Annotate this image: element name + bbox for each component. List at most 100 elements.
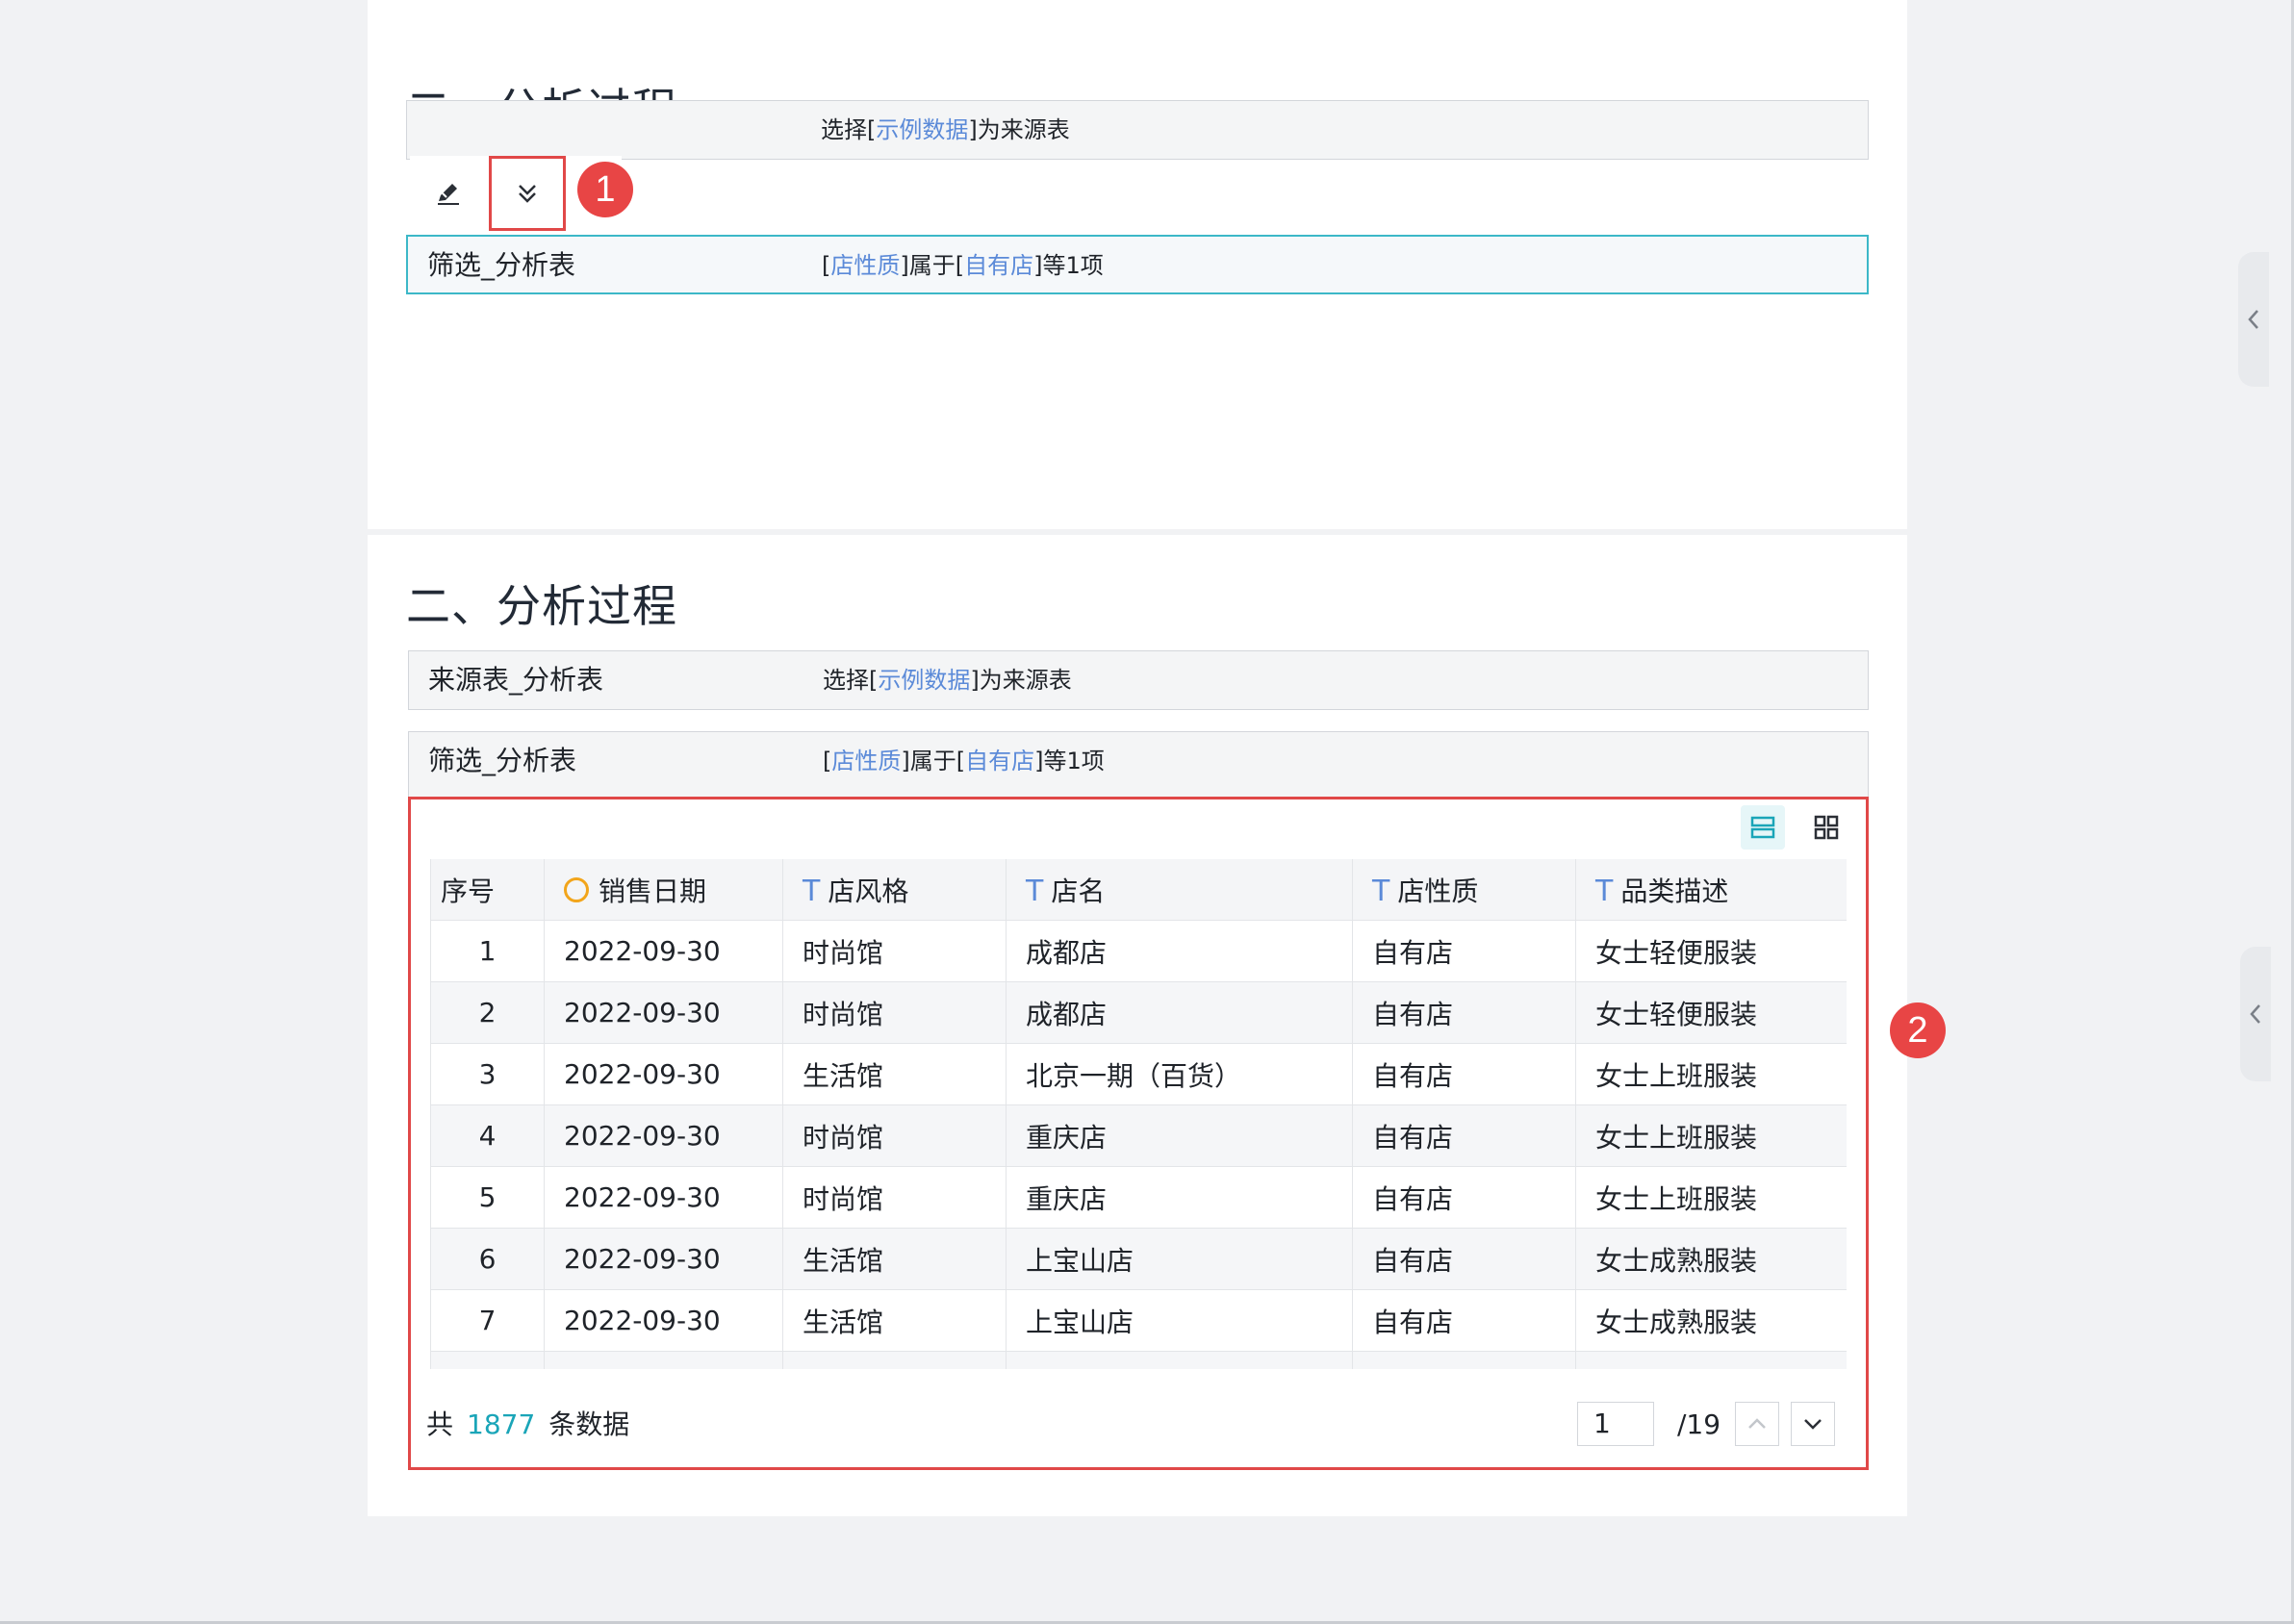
table-cell: 7 [430,1289,545,1352]
filter-step[interactable]: 筛选_分析表 [店性质]属于[自有店]等1项 [406,235,1869,294]
table-cell: 2022-09-30 [544,981,783,1044]
next-page-button[interactable] [1791,1402,1835,1446]
chevron-down-icon [1804,1419,1822,1430]
table-cell: 2022-09-30 [544,1104,783,1167]
total-count: 共 1877 条数据 [426,1408,630,1440]
table-row[interactable]: 2 2022-09-30 时尚馆 成都店 自有店 女士轻便服装 [430,981,1847,1044]
table-cell: 女士成熟服装 [1575,1228,1847,1290]
table-cell: 8 [430,1351,545,1369]
table-cell: 2022-09-30 [544,1289,783,1352]
sample-data-link[interactable]: 示例数据 [876,116,968,143]
analysis-panel-before: 二、分析过程 选择[示例数据]为来源表 1 筛选_分析表 [店性质]属于[自有店… [368,0,1907,529]
table-cell: 生活馆 [782,1351,1007,1369]
filter-step-name: 筛选_分析表 [428,745,577,776]
chevron-left-icon [2248,310,2258,329]
table-cell: 自有店 [1352,1289,1576,1352]
table-cell: 上宝山店 [1006,1289,1353,1352]
page-total: /19 [1677,1408,1721,1440]
table-cell: 女士内衣 [1575,1351,1847,1369]
table-row[interactable]: 1 2022-09-30 时尚馆 成都店 自有店 女士轻便服装 [430,920,1847,982]
table-cell: 成都店 [1006,981,1353,1044]
table-cell: 女士上班服装 [1575,1166,1847,1229]
chevron-left-icon [2250,1004,2260,1024]
right-panel-toggle[interactable] [2238,252,2269,387]
table-cell: 生活馆 [782,1228,1007,1290]
filter-step-description: [店性质]属于[自有店]等1项 [822,252,1104,279]
expand-step-button[interactable] [489,156,566,231]
text-field-icon: T [1595,874,1614,908]
table-view-button[interactable] [1741,805,1785,850]
table-cell: 女士上班服装 [1575,1104,1847,1167]
table-cell: 自有店 [1352,1104,1576,1167]
source-step-description: 选择[示例数据]为来源表 [823,667,1072,694]
field-link[interactable]: 店性质 [831,748,901,774]
table-cell: 时尚馆 [782,981,1007,1044]
table-cell: 女士上班服装 [1575,1043,1847,1105]
source-step-name: 来源表_分析表 [428,664,604,696]
chevron-up-icon [1748,1418,1766,1429]
source-table-step[interactable]: 来源表_分析表 选择[示例数据]为来源表 [408,650,1869,710]
table-cell: 重庆店 [1006,1166,1353,1229]
table-row[interactable]: 7 2022-09-30 生活馆 上宝山店 自有店 女士成熟服装 [430,1289,1847,1352]
result-preview: 序号 销售日期 T 店风格 T 店名 T 店性质 T 品类描述 1 2022-09-30 时… [408,797,1869,1470]
column-header-store-name[interactable]: T 店名 [1006,859,1353,921]
right-panel-toggle[interactable] [2240,947,2271,1081]
edit-button[interactable] [410,156,487,231]
column-header-store-style[interactable]: T 店风格 [782,859,1007,921]
table-cell: 上宝山店 [1006,1228,1353,1290]
field-link[interactable]: 店性质 [830,252,900,279]
table-row[interactable]: 82022-09-30生活馆五新百店自有店女士内衣 [430,1351,1847,1369]
table-cell: 重庆店 [1006,1104,1353,1167]
table-cell: 生活馆 [782,1289,1007,1352]
table-cell: 五新百店 [1006,1351,1353,1369]
edit-icon [438,184,459,205]
source-step-description: 选择[示例数据]为来源表 [821,116,1070,143]
table-cell: 自有店 [1352,1166,1576,1229]
table-row[interactable]: 5 2022-09-30 时尚馆 重庆店 自有店 女士上班服装 [430,1166,1847,1229]
table-row[interactable]: 4 2022-09-30 时尚馆 重庆店 自有店 女士上班服装 [430,1104,1847,1167]
table-row[interactable]: 6 2022-09-30 生活馆 上宝山店 自有店 女士成熟服装 [430,1228,1847,1290]
value-link[interactable]: 自有店 [964,252,1033,279]
table-cell: 2022-09-30 [544,1228,783,1290]
table-view-icon [1750,816,1775,839]
table-cell: 时尚馆 [782,1104,1007,1167]
page-number-input[interactable]: 1 [1577,1402,1654,1446]
analysis-panel-after: 二、分析过程 来源表_分析表 选择[示例数据]为来源表 筛选_分析表 [店性质]… [368,535,1946,1516]
annotation-marker-1: 1 [577,162,633,217]
filter-step-name: 筛选_分析表 [427,249,576,281]
table-cell: 女士成熟服装 [1575,1289,1847,1352]
table-cell: 北京一期（百货） [1006,1043,1353,1105]
column-header-sale-date[interactable]: 销售日期 [544,859,783,921]
table-cell: 1 [430,920,545,982]
table-footer: 共 1877 条数据 1 /19 [426,1396,1850,1454]
table-cell: 5 [430,1166,545,1229]
prev-page-button[interactable] [1735,1402,1779,1446]
source-table-step[interactable]: 选择[示例数据]为来源表 [406,100,1869,160]
grid-view-icon [1814,815,1839,840]
column-header-category[interactable]: T 品类描述 [1575,859,1847,921]
date-field-icon [564,876,589,902]
table-cell: 2022-09-30 [544,1043,783,1105]
table-cell: 时尚馆 [782,920,1007,982]
sample-data-link[interactable]: 示例数据 [878,667,970,694]
table-cell: 自有店 [1352,1228,1576,1290]
table-row[interactable]: 3 2022-09-30 生活馆 北京一期（百货） 自有店 女士上班服装 [430,1043,1847,1105]
column-header-store-type[interactable]: T 店性质 [1352,859,1576,921]
table-cell: 2022-09-30 [544,920,783,982]
filter-step-description: [店性质]属于[自有店]等1项 [823,748,1105,774]
text-field-icon: T [1372,874,1390,908]
table-cell: 自有店 [1352,920,1576,982]
table-cell: 生活馆 [782,1043,1007,1105]
table-cell: 2022-09-30 [544,1351,783,1369]
filter-step[interactable]: 筛选_分析表 [店性质]属于[自有店]等1项 [408,731,1869,799]
table-cell: 3 [430,1043,545,1105]
table-header-row: 序号 销售日期 T 店风格 T 店名 T 店性质 T 品类描述 [430,859,1847,921]
table-cell: 4 [430,1104,545,1167]
section-title: 二、分析过程 [406,580,677,632]
table-cell: 成都店 [1006,920,1353,982]
value-link[interactable]: 自有店 [965,748,1034,774]
table-cell: 时尚馆 [782,1166,1007,1229]
table-cell: 6 [430,1228,545,1290]
card-view-button[interactable] [1804,805,1848,850]
annotation-marker-2: 2 [1890,1002,1946,1058]
